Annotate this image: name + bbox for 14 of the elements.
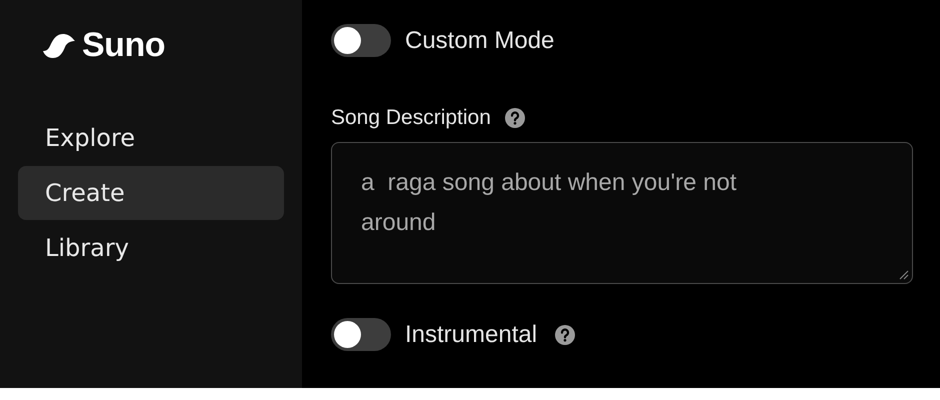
toggle-switch[interactable] bbox=[331, 318, 391, 351]
toggle-label: Instrumental bbox=[405, 320, 538, 348]
logo-icon bbox=[42, 32, 76, 58]
logo-text: Suno bbox=[82, 26, 165, 65]
nav-item[interactable]: Create bbox=[18, 166, 284, 220]
resize-grip-icon[interactable] bbox=[899, 270, 909, 280]
toggle-label: Custom Mode bbox=[405, 26, 554, 54]
field-label: Song Description bbox=[331, 106, 491, 130]
help-icon[interactable] bbox=[504, 108, 525, 128]
nav-item[interactable]: Explore bbox=[18, 111, 284, 165]
toggle-switch[interactable] bbox=[331, 24, 391, 57]
description-field[interactable]: a raga song about when you're not around bbox=[331, 142, 913, 284]
help-icon[interactable] bbox=[555, 324, 576, 344]
nav-item[interactable]: Library bbox=[18, 221, 284, 275]
